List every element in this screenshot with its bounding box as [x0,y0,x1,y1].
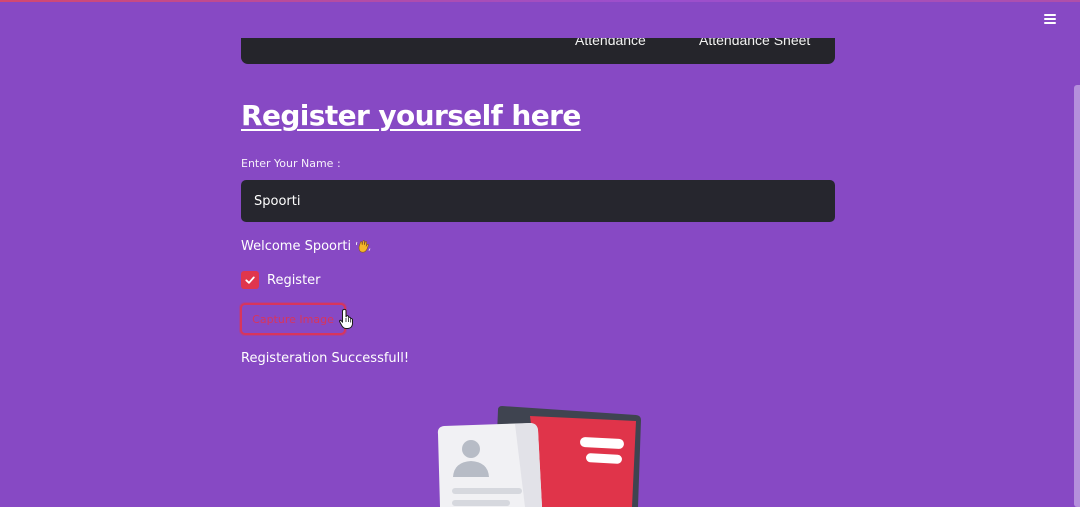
registration-status-message: Registeration Successfull! [241,351,410,366]
register-checkbox[interactable]: Register [241,271,321,289]
hand-pointer-cursor-icon [339,308,353,329]
hamburger-menu-button[interactable] [1040,9,1060,29]
checkbox-checked-icon [241,271,259,289]
welcome-message: Welcome Spoorti [241,238,371,254]
nav-item-attendance[interactable]: Attendance [575,38,646,48]
register-checkbox-label: Register [267,272,321,288]
top-accent-bar [0,0,1080,2]
page-scrollbar[interactable] [1074,85,1080,507]
nav-item-attendance-sheet[interactable]: Attendance Sheet [699,38,810,48]
app-page: Attendance Attendance Sheet Register you… [0,0,1080,507]
hamburger-menu-icon [1044,14,1056,24]
id-cards-illustration [437,406,641,507]
name-input[interactable] [241,180,835,222]
page-title: Register yourself here [241,99,581,132]
top-navbar: Attendance Attendance Sheet [241,38,835,64]
capture-image-button[interactable]: Capture Image [240,303,346,335]
welcome-text: Welcome Spoorti [241,238,352,254]
name-field-label: Enter Your Name : [241,157,341,170]
waving-hand-icon [356,240,371,253]
